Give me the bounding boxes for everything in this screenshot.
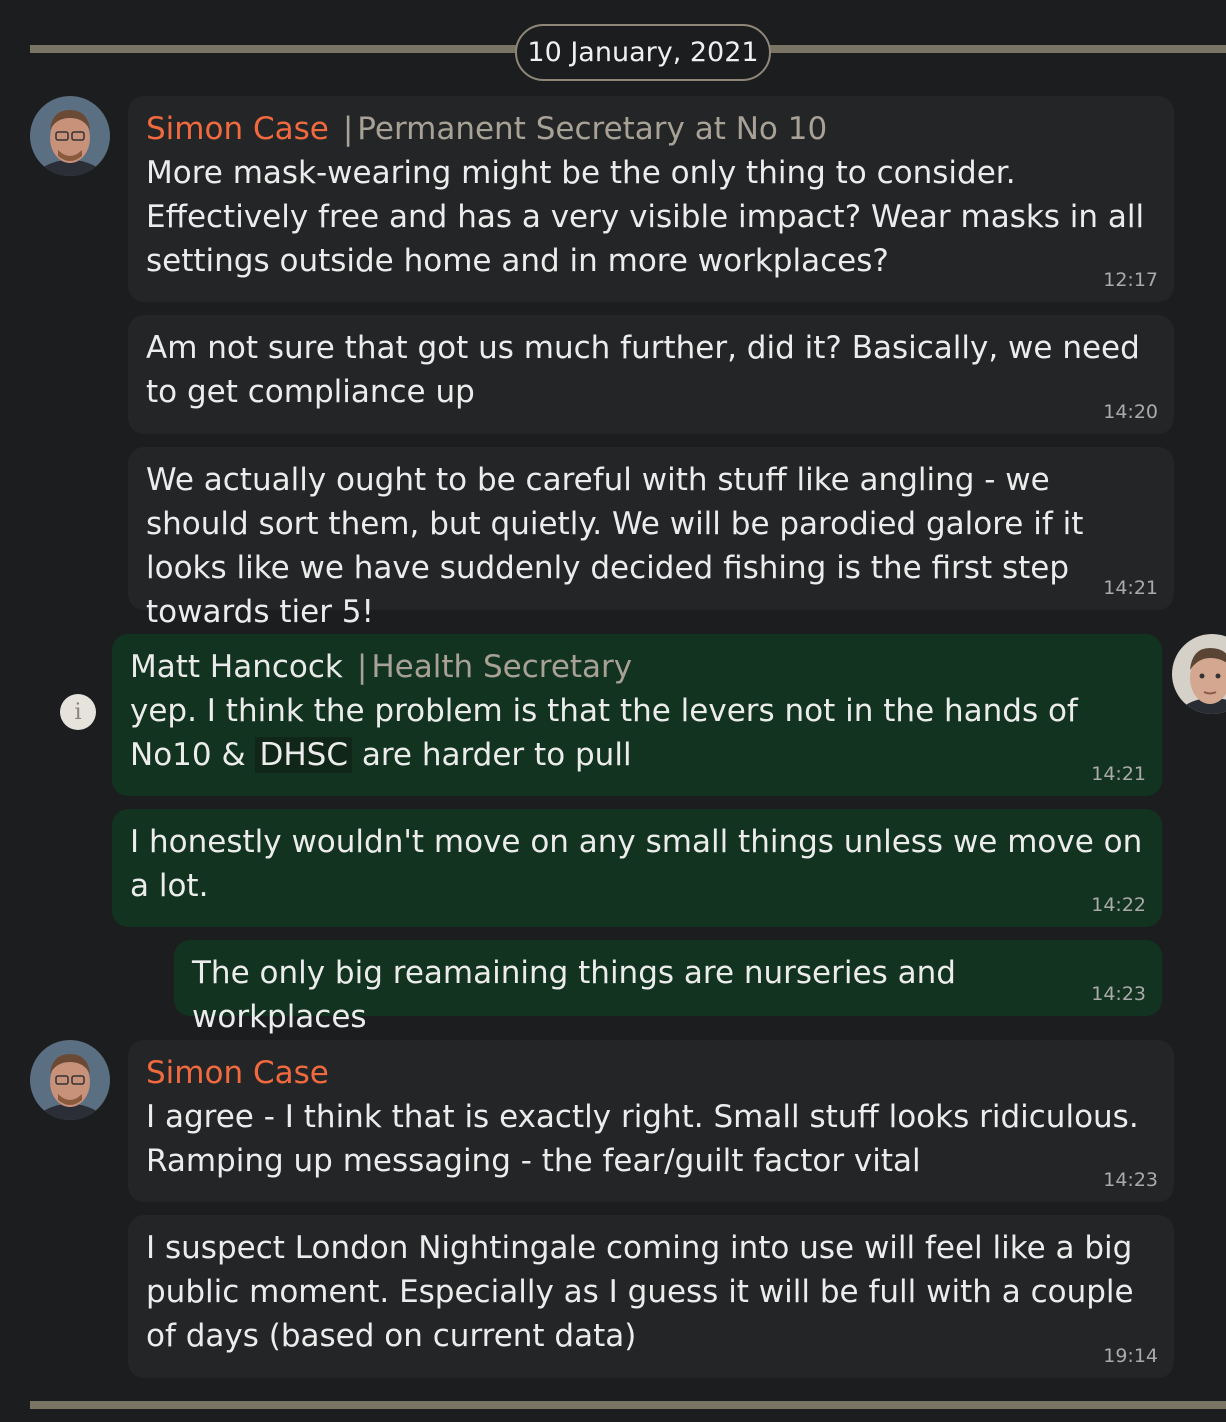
message-text: I suspect London Nightingale coming into… bbox=[146, 1230, 1134, 1354]
message-text: We actually ought to be careful with stu… bbox=[146, 462, 1084, 630]
sender-line: Simon Case | Permanent Secretary at No 10 bbox=[146, 107, 1156, 151]
message-bubble[interactable]: I suspect London Nightingale coming into… bbox=[128, 1215, 1174, 1378]
highlighted-term: DHSC bbox=[255, 737, 352, 773]
message-text: More mask-wearing might be the only thin… bbox=[146, 155, 1145, 279]
message-text: The only big reamaining things are nurse… bbox=[192, 955, 956, 1035]
bottom-divider bbox=[30, 1401, 1226, 1409]
sender-name: Simon Case bbox=[146, 111, 329, 147]
simon-case-avatar[interactable] bbox=[30, 96, 110, 176]
message-time: 14:22 bbox=[1091, 894, 1146, 916]
message-time: 14:23 bbox=[1103, 1169, 1158, 1191]
message-time: 14:20 bbox=[1103, 401, 1158, 423]
sender-line: Matt Hancock | Health Secretary bbox=[130, 645, 1144, 689]
sender-role: Permanent Secretary at No 10 bbox=[357, 111, 828, 147]
message-bubble[interactable]: I honestly wouldn't move on any small th… bbox=[112, 809, 1162, 927]
message-text-continued: are harder to pull bbox=[352, 737, 632, 773]
matt-hancock-avatar[interactable] bbox=[1172, 634, 1226, 714]
message-time: 14:21 bbox=[1103, 577, 1158, 599]
sender-role: Health Secretary bbox=[371, 649, 633, 685]
message-bubble[interactable]: Am not sure that got us much further, di… bbox=[128, 315, 1174, 434]
message-time: 12:17 bbox=[1103, 269, 1158, 291]
separator: | bbox=[342, 111, 354, 147]
message-bubble[interactable]: Simon Case | Permanent Secretary at No 10 … bbox=[128, 96, 1174, 302]
message-text: Am not sure that got us much further, di… bbox=[146, 330, 1140, 410]
message-time: 14:21 bbox=[1091, 763, 1146, 785]
message-bubble[interactable]: The only big reamaining things are nurse… bbox=[174, 940, 1162, 1035]
sender-name: Matt Hancock bbox=[130, 649, 343, 685]
message-bubble[interactable]: Matt Hancock | Health Secretary yep. I thi… bbox=[112, 634, 1162, 796]
info-icon[interactable]: i bbox=[60, 694, 96, 730]
date-separator: 10 January, 2021 bbox=[515, 24, 771, 81]
message-text: I agree - I think that is exactly right.… bbox=[146, 1099, 1139, 1179]
message-time: 19:14 bbox=[1103, 1345, 1158, 1367]
separator: | bbox=[356, 649, 368, 685]
message-bubble[interactable]: We actually ought to be careful with stu… bbox=[128, 447, 1174, 630]
simon-case-avatar[interactable] bbox=[30, 1040, 110, 1120]
message-time: 14:23 bbox=[1091, 983, 1146, 1005]
sender-line: Simon Case bbox=[146, 1051, 1156, 1095]
message-text: I honestly wouldn't move on any small th… bbox=[130, 824, 1143, 904]
sender-name: Simon Case bbox=[146, 1055, 329, 1091]
message-bubble[interactable]: Simon Case I agree - I think that is exa… bbox=[128, 1040, 1174, 1202]
